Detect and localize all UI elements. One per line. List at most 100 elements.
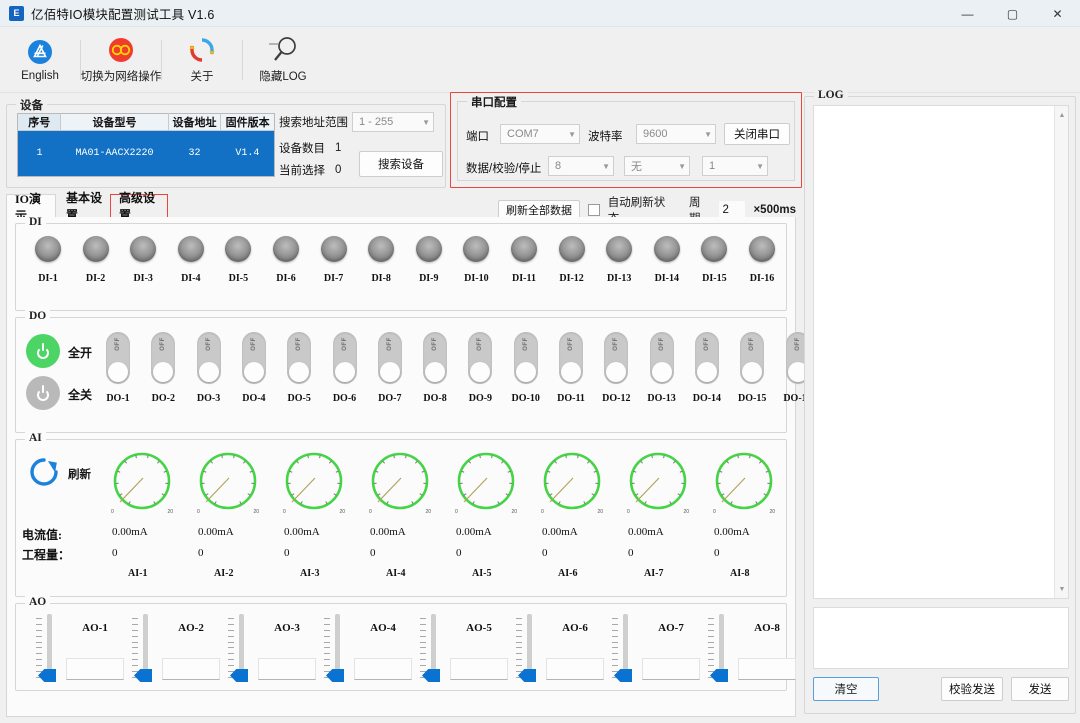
ao-slider[interactable] — [708, 614, 734, 682]
di-led-icon[interactable] — [178, 236, 204, 262]
ao-value-input[interactable] — [450, 658, 508, 680]
ai-engineering-value: 0 — [628, 547, 634, 559]
di-led-icon[interactable] — [225, 236, 251, 262]
do-toggle-switch[interactable]: OFF — [468, 332, 492, 384]
do-toggle-state: OFF — [387, 332, 393, 356]
do-channel-label: DO-6 — [333, 393, 356, 404]
tab-io-demo[interactable]: IO演示 — [6, 194, 56, 218]
ao-slider-ticks — [132, 618, 139, 678]
chevron-down-icon: ▼ — [678, 162, 686, 171]
di-led-icon[interactable] — [511, 236, 537, 262]
log-output-area[interactable]: ▲ ▼ — [813, 105, 1069, 599]
log-scrollbar[interactable]: ▲ ▼ — [1054, 106, 1068, 598]
do-toggle-knob — [697, 362, 717, 382]
do-toggle-switch[interactable]: OFF — [423, 332, 447, 384]
di-led-icon[interactable] — [463, 236, 489, 262]
do-toggle-knob — [516, 362, 536, 382]
baud-select[interactable]: 9600 ▼ — [636, 124, 716, 144]
data-bits-select[interactable]: 8 ▼ — [548, 156, 614, 176]
do-toggle-switch[interactable]: OFF — [151, 332, 175, 384]
ao-slider[interactable] — [36, 614, 62, 682]
di-led-icon[interactable] — [130, 236, 156, 262]
do-toggle-switch[interactable]: OFF — [378, 332, 402, 384]
ao-slider[interactable] — [612, 614, 638, 682]
do-toggle-switch[interactable]: OFF — [287, 332, 311, 384]
close-serial-button[interactable]: 关闭串口 — [724, 123, 790, 145]
ao-value-input[interactable] — [354, 658, 412, 680]
search-range-select[interactable]: 1 - 255 ▼ — [352, 112, 434, 132]
ai-current-value: 0.00mA — [628, 526, 664, 538]
do-toggle-switch[interactable]: OFF — [650, 332, 674, 384]
do-channel: OFFDO-2 — [143, 332, 183, 404]
ao-slider[interactable] — [324, 614, 350, 682]
do-toggle-switch[interactable]: OFF — [333, 332, 357, 384]
ao-value-input[interactable] — [258, 658, 316, 680]
do-toggle-switch[interactable]: OFF — [514, 332, 538, 384]
scroll-down-icon[interactable]: ▼ — [1055, 582, 1069, 596]
table-row[interactable]: 1 MA01-AACX2220 32 V1.4 — [18, 131, 275, 177]
toolbar-button-about[interactable]: 关于 — [162, 29, 242, 91]
stop-bits-value: 1 — [709, 160, 752, 172]
do-toggle-knob — [742, 362, 762, 382]
di-channel: DI-9 — [407, 236, 451, 284]
di-led-icon[interactable] — [83, 236, 109, 262]
toolbar-button-switch-network[interactable]: 切换为网络操作 — [81, 29, 161, 91]
check-send-button[interactable]: 校验发送 — [941, 677, 1003, 701]
ao-slider[interactable] — [516, 614, 542, 682]
ao-slider[interactable] — [420, 614, 446, 682]
do-toggle-state: OFF — [432, 332, 438, 356]
do-toggle-switch[interactable]: OFF — [604, 332, 628, 384]
tab-basic-settings[interactable]: 基本设置 — [58, 194, 116, 218]
di-led-icon[interactable] — [749, 236, 775, 262]
device-table[interactable]: 序号 设备型号 设备地址 固件版本 1 MA01-AACX2220 32 V1.… — [17, 113, 275, 177]
do-toggle-switch[interactable]: OFF — [242, 332, 266, 384]
ao-value-input[interactable] — [738, 658, 796, 680]
device-count-value: 1 — [335, 142, 341, 154]
ao-channel-row: AO-1AO-2AO-3AO-4AO-5AO-6AO-7AO-8 — [16, 604, 786, 690]
port-select[interactable]: COM7 ▼ — [500, 124, 580, 144]
di-led-icon[interactable] — [606, 236, 632, 262]
send-button[interactable]: 发送 — [1011, 677, 1069, 701]
di-led-icon[interactable] — [701, 236, 727, 262]
di-led-icon[interactable] — [559, 236, 585, 262]
ai-channel-label: AI-5 — [472, 568, 491, 579]
tab-advanced-settings[interactable]: 高级设置 — [110, 194, 168, 218]
ao-value-input[interactable] — [642, 658, 700, 680]
di-led-icon[interactable] — [416, 236, 442, 262]
ao-value-input[interactable] — [66, 658, 124, 680]
ao-slider[interactable] — [132, 614, 158, 682]
search-device-button[interactable]: 搜索设备 — [359, 151, 443, 177]
di-led-icon[interactable] — [35, 236, 61, 262]
do-toggle-switch[interactable]: OFF — [695, 332, 719, 384]
send-input-area[interactable] — [813, 607, 1069, 669]
do-toggle-switch[interactable]: OFF — [197, 332, 221, 384]
do-toggle-state: OFF — [251, 332, 257, 356]
do-toggle-switch[interactable]: OFF — [740, 332, 764, 384]
scroll-up-icon[interactable]: ▲ — [1055, 108, 1069, 122]
auto-refresh-checkbox[interactable] — [588, 204, 600, 216]
device-count-label: 设备数目 — [279, 140, 325, 156]
maximize-icon[interactable]: ▢ — [990, 0, 1035, 27]
clear-button[interactable]: 清空 — [813, 677, 879, 701]
di-led-icon[interactable] — [654, 236, 680, 262]
stop-bits-select[interactable]: 1 ▼ — [702, 156, 768, 176]
ao-slider[interactable] — [228, 614, 254, 682]
toolbar-button-english[interactable]: English — [0, 29, 80, 91]
minimize-icon[interactable]: — — [945, 0, 990, 27]
ao-value-input[interactable] — [162, 658, 220, 680]
do-channel: OFFDO-10 — [506, 332, 546, 404]
di-led-icon[interactable] — [368, 236, 394, 262]
do-toggle-state: OFF — [659, 332, 665, 356]
do-toggle-switch[interactable]: OFF — [559, 332, 583, 384]
parity-select[interactable]: 无 ▼ — [624, 156, 690, 176]
di-led-icon[interactable] — [273, 236, 299, 262]
ao-group: AO AO-1AO-2AO-3AO-4AO-5AO-6AO-7AO-8 — [15, 603, 787, 691]
toolbar-button-hide-log[interactable]: 隐藏LOG — [243, 29, 323, 91]
do-toggle-switch[interactable]: OFF — [106, 332, 130, 384]
ao-value-input[interactable] — [546, 658, 604, 680]
do-channel: OFFDO-4 — [234, 332, 274, 404]
close-icon[interactable]: ✕ — [1035, 0, 1080, 27]
di-led-icon[interactable] — [321, 236, 347, 262]
di-channel: DI-3 — [121, 236, 165, 284]
ao-slider-ticks — [420, 618, 427, 678]
